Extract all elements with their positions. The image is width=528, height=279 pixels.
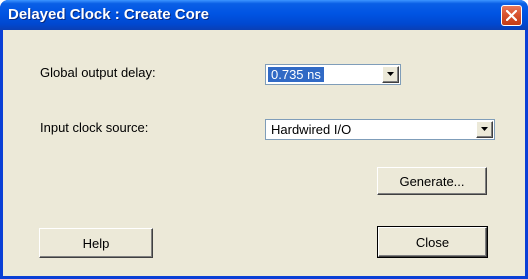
delay-dropdown-arrow[interactable] [382,66,399,83]
window-title: Delayed Clock : Create Core [8,6,209,23]
dialog-body: Global output delay: 0.735 ns Input cloc… [3,30,525,276]
close-window-button[interactable] [501,5,522,26]
chevron-down-icon [481,127,488,131]
clock-source-dropdown[interactable]: Hardwired I/O [265,119,495,140]
delay-label: Global output delay: [40,65,156,80]
help-button[interactable]: Help [39,228,153,258]
clock-source-dropdown-arrow[interactable] [476,121,493,138]
close-button[interactable]: Close [377,226,488,258]
delay-dropdown[interactable]: 0.735 ns [265,64,401,85]
generate-button[interactable]: Generate... [377,167,487,195]
title-bar[interactable]: Delayed Clock : Create Core [0,0,528,30]
clock-source-label: Input clock source: [40,120,149,135]
chevron-down-icon [387,72,394,76]
dialog-window: Delayed Clock : Create Core Global outpu… [0,0,528,279]
close-icon [506,10,517,21]
clock-source-value: Hardwired I/O [271,122,352,137]
delay-value: 0.735 ns [268,67,324,82]
